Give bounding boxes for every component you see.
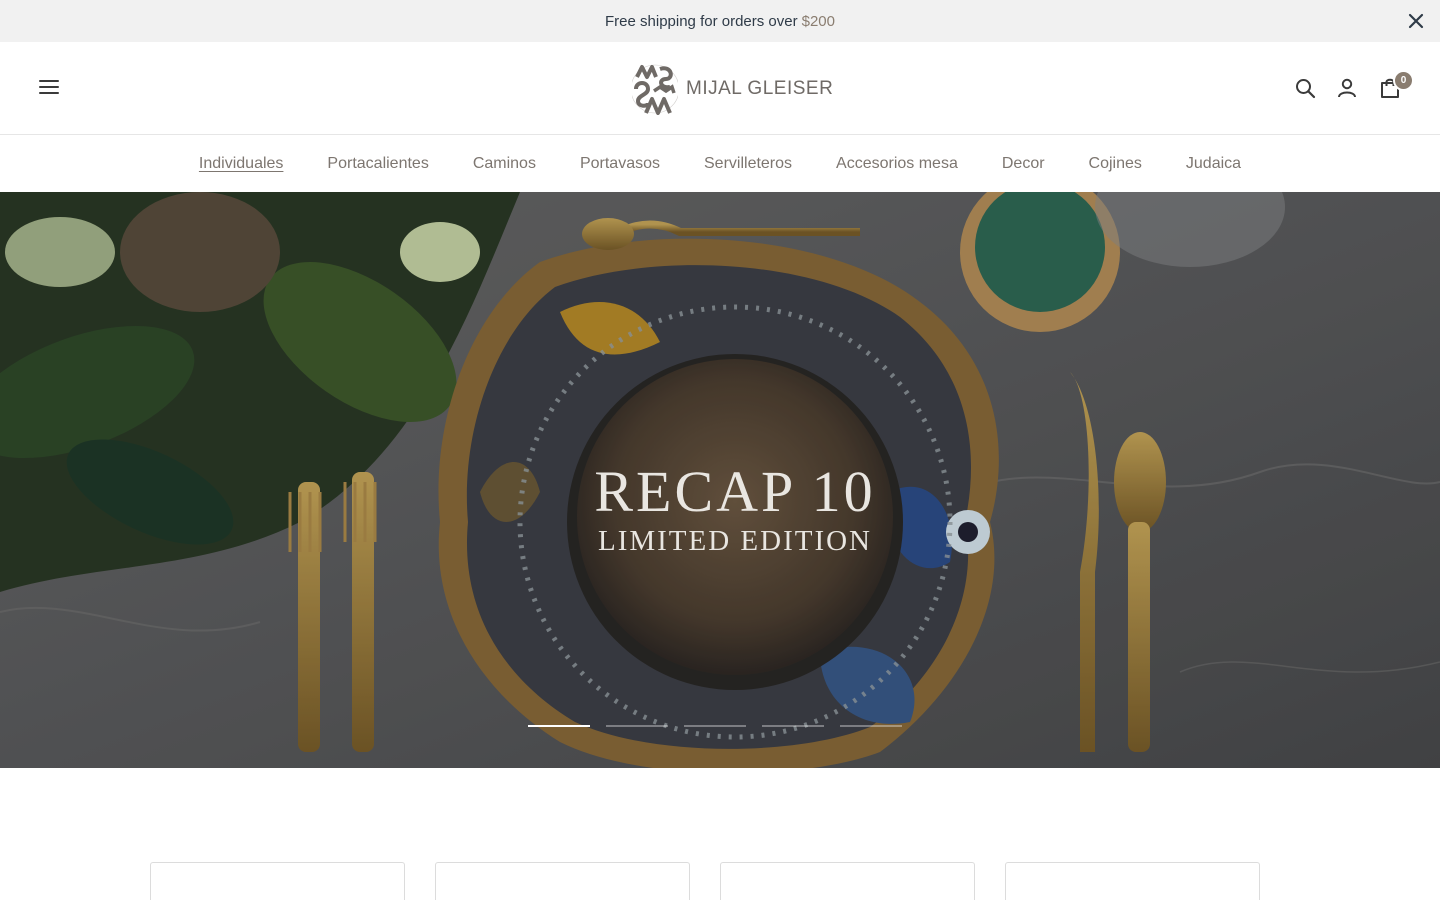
announcement-amount: $200 (801, 12, 835, 30)
logo-text: MIJAL GLEISER (686, 78, 834, 99)
hero-heading: RECAP 10 LIMITED EDITION (560, 462, 910, 558)
slide-dot[interactable] (606, 725, 668, 727)
slide-dot[interactable] (762, 725, 824, 727)
announcement-text: Free shipping for orders over (605, 12, 798, 30)
nav-item-portavasos[interactable]: Portavasos (580, 155, 660, 173)
nav-item-individuales[interactable]: Individuales (199, 155, 284, 173)
search-icon[interactable] (1293, 76, 1317, 100)
collection-card[interactable] (1005, 862, 1260, 900)
hero-slideshow[interactable]: RECAP 10 LIMITED EDITION (0, 192, 1440, 768)
hero-subtitle: LIMITED EDITION (597, 525, 872, 557)
hero-title: RECAP 10 (594, 459, 876, 524)
logo[interactable]: MIJAL GLEISER (632, 62, 833, 116)
slideshow-pagination (528, 725, 902, 727)
cart-count-badge: 0 (1393, 70, 1414, 91)
account-icon[interactable] (1335, 76, 1359, 100)
slide-dot[interactable] (684, 725, 746, 727)
collection-card[interactable] (435, 862, 690, 900)
close-icon[interactable] (1406, 11, 1426, 31)
nav-item-servilleteros[interactable]: Servilleteros (704, 155, 792, 173)
site-header: MIJAL GLEISER 0 (0, 42, 1440, 135)
slide-dot[interactable] (528, 725, 590, 727)
nav-item-decor[interactable]: Decor (1002, 155, 1045, 173)
nav-item-cojines[interactable]: Cojines (1089, 155, 1142, 173)
menu-icon[interactable] (39, 80, 59, 96)
slide-dot[interactable] (840, 725, 902, 727)
logo-mark-icon (632, 64, 678, 115)
nav-item-portacalientes[interactable]: Portacalientes (327, 155, 428, 173)
collection-card[interactable] (150, 862, 405, 900)
main-nav: Individuales Portacalientes Caminos Port… (0, 136, 1440, 192)
nav-item-accesorios-mesa[interactable]: Accesorios mesa (836, 155, 958, 173)
collection-card[interactable] (720, 862, 975, 900)
announcement-bar: Free shipping for orders over $200 (0, 0, 1440, 42)
nav-item-caminos[interactable]: Caminos (473, 155, 536, 173)
nav-item-judaica[interactable]: Judaica (1186, 155, 1241, 173)
